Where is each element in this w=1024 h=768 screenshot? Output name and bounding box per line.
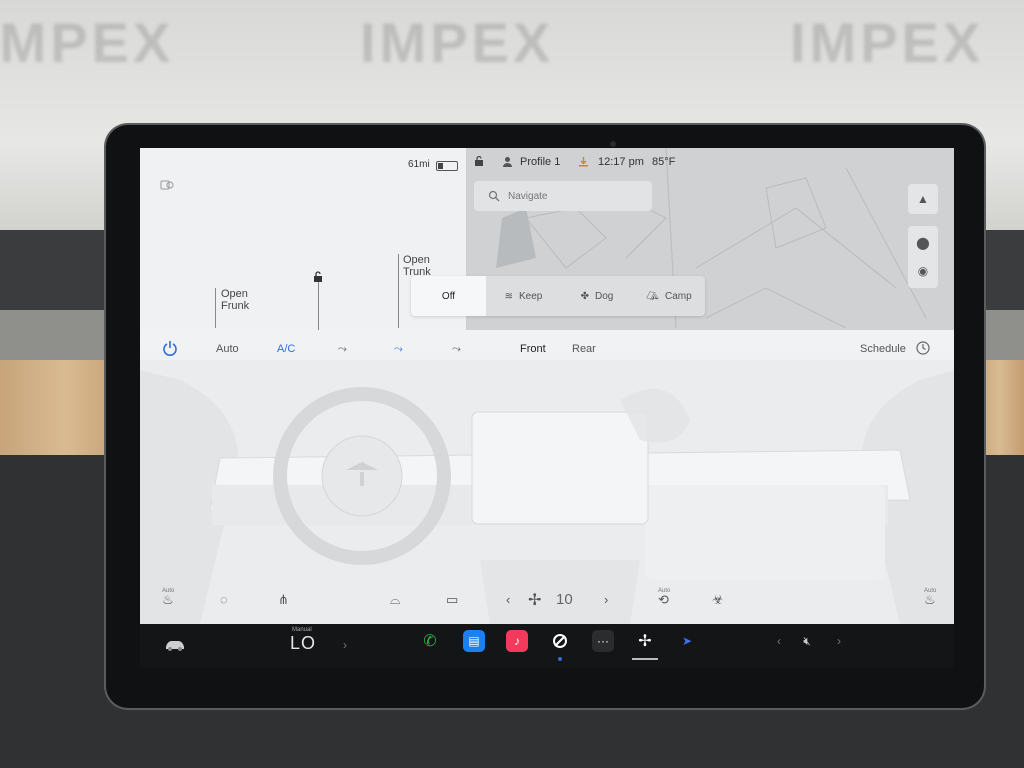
- volume-up-chevron-icon[interactable]: ›: [828, 630, 850, 652]
- fan-icon: ✢: [528, 592, 542, 609]
- frunk-label-line1: Open: [221, 288, 248, 300]
- bioweapon-mode-icon[interactable]: ☣: [712, 592, 724, 608]
- mode-dog[interactable]: ✤ Dog: [561, 276, 633, 316]
- steering-heat-icon[interactable]: ◌: [220, 592, 228, 607]
- mode-camp[interactable]: ⛺︎ Camp: [633, 276, 705, 316]
- range-readout: 61mi: [408, 159, 430, 170]
- active-indicator: [558, 657, 562, 661]
- wiper-heat-icon[interactable]: ⋔: [278, 592, 289, 608]
- pin-icon[interactable]: ⬤: [916, 236, 929, 250]
- touchscreen: 61mi Open Frunk Open Trunk Profile 1 12:…: [140, 148, 954, 624]
- climate-bottom-row: Auto ♨ ◌ ⋔ ⌓ ▭ ‹ ✢ 10 › Auto ⟲ ☣ Auto ♨: [140, 586, 954, 624]
- climate-panel: Auto A/C ⤳ ⤳ ⤳ Front Rear Schedule Auto …: [140, 330, 954, 624]
- profile-name[interactable]: Profile 1: [520, 156, 560, 168]
- profile-icon[interactable]: [502, 156, 513, 170]
- music-icon[interactable]: ♪: [506, 630, 528, 652]
- lock-status-icon[interactable]: [474, 155, 484, 170]
- mute-icon[interactable]: 🔇︎: [796, 630, 818, 652]
- cabin-temperature[interactable]: LO: [290, 633, 316, 654]
- watermark: IMPEX: [360, 11, 555, 74]
- watermark: IMPEX: [790, 11, 985, 74]
- map-controls: ⬤ ◉: [908, 226, 938, 288]
- mode-off-label: Off: [441, 290, 456, 302]
- car-divider: [318, 282, 319, 330]
- compass-button[interactable]: ▲: [908, 184, 938, 214]
- cabin-camera: [610, 141, 616, 147]
- tent-icon: ⛺︎: [646, 290, 659, 302]
- fan-speed-value: 10: [556, 591, 573, 608]
- fan-decrease-button[interactable]: ‹: [506, 592, 510, 607]
- clock-icon[interactable]: [916, 341, 930, 358]
- temp-increase-chevron-icon[interactable]: ›: [334, 634, 356, 656]
- mode-dog-label: Dog: [595, 290, 614, 302]
- search-icon: [488, 189, 500, 207]
- phone-icon[interactable]: ✆: [419, 630, 441, 652]
- traffic-icon[interactable]: ◉: [918, 264, 928, 278]
- power-icon[interactable]: [162, 340, 178, 359]
- mode-keep[interactable]: ≋ Keep: [486, 276, 561, 316]
- tab-front[interactable]: Front: [520, 343, 546, 355]
- schedule-button[interactable]: Schedule: [860, 343, 906, 355]
- car-icon[interactable]: [164, 634, 186, 656]
- mode-camp-label: Camp: [665, 290, 692, 302]
- dashcam-icon[interactable]: [160, 179, 176, 191]
- mode-off[interactable]: Off: [411, 276, 486, 316]
- airflow-feet-icon[interactable]: ⤳: [394, 343, 403, 356]
- open-frunk-button[interactable]: Open Frunk: [215, 288, 249, 328]
- climate-keep-mode-selector: Off ≋ Keep ✤ Dog ⛺︎ Camp: [411, 276, 705, 316]
- fan-increase-button[interactable]: ›: [604, 592, 608, 607]
- clock: 12:17 pm: [598, 156, 644, 168]
- more-apps-button[interactable]: ···: [592, 630, 614, 652]
- volume-down-chevron-icon[interactable]: ‹: [768, 630, 790, 652]
- navigate-search[interactable]: Navigate: [474, 181, 652, 211]
- unlock-icon[interactable]: [312, 270, 324, 282]
- navigation-arrow-icon[interactable]: ➤: [676, 630, 698, 652]
- tab-rear[interactable]: Rear: [572, 343, 596, 355]
- cabin-illustration: [140, 360, 954, 624]
- climate-fan-icon[interactable]: ✢: [634, 630, 656, 652]
- trunk-label-line1: Open: [403, 254, 430, 266]
- airflow-face-icon[interactable]: ⤳: [338, 343, 347, 356]
- seat-heater-left-icon[interactable]: ♨: [162, 592, 174, 608]
- compass-icon: ▲: [917, 192, 929, 206]
- battery-icon: [436, 161, 458, 171]
- auto-button[interactable]: Auto: [216, 343, 239, 355]
- fan-small-icon: ≋: [504, 290, 514, 302]
- watermark: IMPEX: [0, 11, 175, 74]
- paw-icon: ✤: [580, 290, 590, 302]
- outside-temp: 85°F: [652, 156, 676, 168]
- rear-defrost-icon[interactable]: ▭: [446, 592, 458, 608]
- ac-button[interactable]: A/C: [277, 343, 295, 355]
- update-icon[interactable]: [578, 156, 589, 170]
- front-defrost-icon[interactable]: ⌓: [390, 592, 400, 608]
- autopilot-icon[interactable]: [549, 630, 571, 652]
- airflow-both-icon[interactable]: ⤳: [452, 343, 461, 356]
- seat-heater-right-icon[interactable]: ♨: [924, 592, 936, 608]
- messages-icon[interactable]: ▤: [463, 630, 485, 652]
- taskbar: Manual LO › ✆ ▤ ♪ ··· ✢ ➤ ‹ 🔇︎ ›: [140, 624, 954, 668]
- navigate-placeholder: Navigate: [508, 191, 548, 202]
- climate-active-underline: [632, 658, 658, 660]
- mode-keep-label: Keep: [519, 290, 543, 302]
- frunk-label-line2: Frunk: [221, 300, 250, 312]
- recirculate-icon[interactable]: ⟲: [658, 592, 669, 608]
